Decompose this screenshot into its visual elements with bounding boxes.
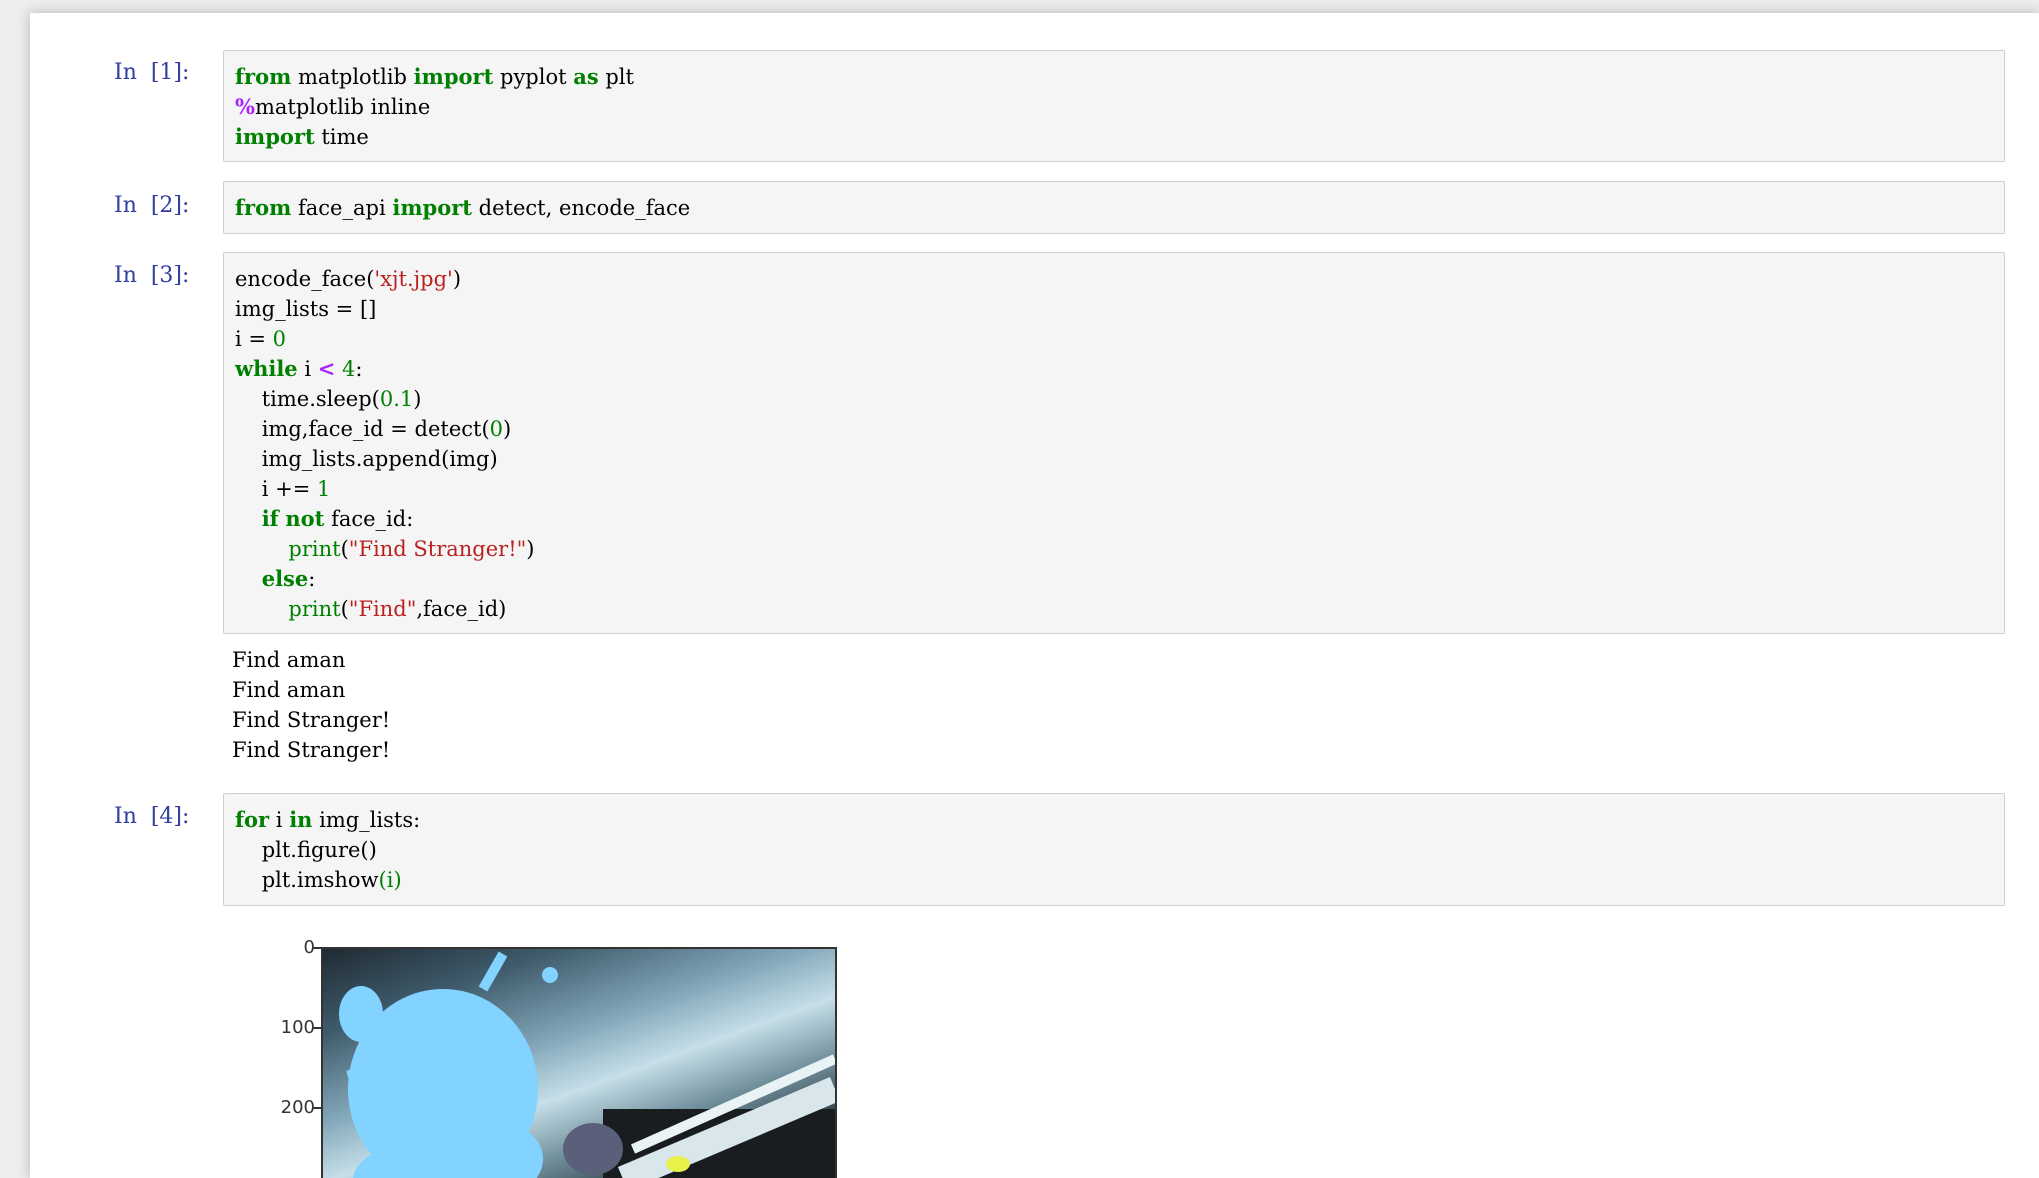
image-content (339, 951, 835, 1178)
overlay-shape (339, 986, 383, 1042)
code-text[interactable]: from matplotlib import pyplot as plt %ma… (235, 62, 634, 152)
code-token-kw: from (235, 64, 292, 89)
code-token: ( (340, 537, 349, 561)
code-input[interactable]: from matplotlib import pyplot as plt %ma… (223, 50, 2005, 162)
code-token-num: 4 (342, 357, 356, 381)
output-line: Find Stranger! (232, 738, 391, 762)
code-token-num: 0 (272, 327, 287, 351)
code-input[interactable]: from face_api import detect, encode_face (223, 181, 2005, 234)
code-token: i (269, 808, 290, 832)
code-token: img_lists: (312, 808, 421, 832)
code-token: matplotlib inline (254, 95, 431, 119)
code-token-str: 'xjt.jpg' (374, 267, 453, 291)
code-token: i (297, 357, 318, 381)
code-token-kw: as (573, 64, 599, 89)
code-text[interactable]: from face_api import detect, encode_face (235, 193, 690, 223)
code-token: time.sleep( (235, 387, 380, 411)
face-mask-overlay (339, 951, 558, 1178)
code-token-num: 0 (489, 417, 504, 441)
code-token-bi: print (288, 597, 341, 621)
code-token: matplotlib (291, 65, 414, 89)
y-tick-label: 0 (303, 937, 315, 958)
code-token: detect, encode_face (472, 196, 691, 220)
code-token: ) (503, 417, 512, 441)
code-token: pyplot (493, 65, 574, 89)
code-token-kw: else (261, 566, 309, 591)
output-line: Find Stranger! (232, 708, 391, 732)
code-token: plt.imshow (235, 868, 379, 892)
image-plot: 0 100 200 300 (230, 928, 870, 1178)
code-token-str: "Find Stranger!" (348, 537, 527, 561)
code-token-kw: in (289, 807, 313, 832)
image-region (563, 1123, 623, 1175)
code-token-kw: from (235, 195, 292, 220)
code-token: img,face_id = detect( (235, 417, 490, 441)
code-token: : (355, 357, 363, 381)
code-token: encode_face( (235, 267, 375, 291)
image-region (666, 1156, 690, 1172)
y-tick-mark (313, 1107, 321, 1109)
code-token: ( (340, 597, 349, 621)
code-token-op: % (235, 94, 255, 119)
code-token: plt (598, 65, 634, 89)
code-token-kw: for (235, 807, 270, 832)
code-input[interactable]: encode_face('xjt.jpg') img_lists = [] i … (223, 252, 2005, 634)
code-token: ) (413, 387, 422, 411)
code-token: img_lists.append(img) (235, 447, 498, 471)
overlay-shape (542, 967, 558, 983)
code-token-num: 0.1 (379, 387, 414, 411)
code-token-kw: import (413, 64, 494, 89)
code-input[interactable]: for i in img_lists: plt.figure() plt.ims… (223, 793, 2005, 906)
code-token: img_lists = [] (235, 297, 377, 321)
code-token-kw: not (285, 506, 325, 531)
code-token: face_api (291, 196, 393, 220)
code-text[interactable]: for i in img_lists: plt.figure() plt.ims… (235, 805, 420, 895)
y-tick-mark (313, 947, 321, 949)
overlay-stroke (478, 951, 508, 992)
code-text[interactable]: encode_face('xjt.jpg') img_lists = [] i … (235, 264, 535, 624)
cell-output: Find aman Find aman Find Stranger! Find … (232, 645, 390, 765)
code-token: : (308, 567, 316, 591)
output-line: Find aman (232, 678, 346, 702)
y-tick-label: 200 (280, 1097, 315, 1118)
code-token: face_id: (324, 507, 414, 531)
notebook-page: In [1]: from matplotlib import pyplot as… (30, 13, 2039, 1178)
code-token: plt.figure() (235, 838, 377, 862)
code-token: i = (235, 327, 273, 351)
code-token-op: < (317, 356, 336, 381)
code-token-par: (i) (378, 868, 402, 892)
code-token: ) (526, 537, 535, 561)
code-token: time (314, 125, 369, 149)
code-token: ) (452, 267, 462, 291)
code-token-kw: import (235, 124, 315, 149)
code-token-kw: import (392, 195, 472, 220)
code-token-bi: print (288, 537, 341, 561)
y-tick-mark (313, 1027, 321, 1029)
code-token-num: 1 (316, 477, 331, 501)
code-token: ,face_id) (416, 597, 507, 621)
code-token-kw: if (261, 506, 279, 531)
output-line: Find aman (232, 648, 346, 672)
y-tick-label: 100 (280, 1017, 315, 1038)
camera-image (321, 947, 837, 1178)
code-token: i += (235, 477, 317, 501)
code-token-str: "Find" (348, 597, 417, 621)
code-token-kw: while (235, 356, 298, 381)
